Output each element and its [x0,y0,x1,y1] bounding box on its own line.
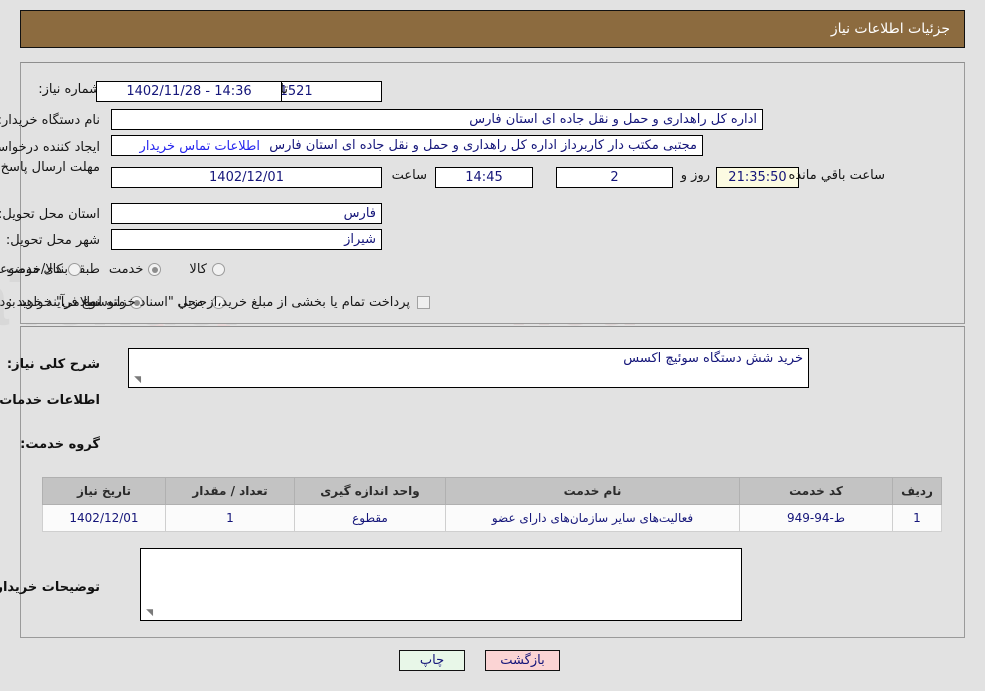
buyer-contact-link[interactable]: اطلاعات تماس خریدار [140,139,260,154]
remaining-days-field[interactable]: 2 [556,167,673,188]
services-heading: اطلاعات خدمات مورد نیاز [0,393,100,408]
col-quantity: تعداد / مقدار [165,477,295,505]
table-row: 1 ط-94-949 فعالیت‌های سایر سازمان‌های دا… [42,504,942,532]
delivery-city-field[interactable]: شیراز [111,229,382,250]
page-root: A AnaTender .net جزئیات اطلاعات نیاز شما… [0,0,985,691]
need-summary-textarea[interactable]: خرید شش دستگاه سوئیچ اکسس ◥ [128,348,809,388]
print-button[interactable]: چاپ [399,650,465,671]
countdown-field[interactable]: 21:35:50 [716,167,799,188]
table-header-row: ردیف کد خدمت نام خدمت واحد اندازه گیری ت… [42,477,942,505]
cell-service-name: فعالیت‌های سایر سازمان‌های دارای عضو [445,504,740,532]
resize-grip-icon[interactable]: ◥ [131,376,141,386]
delivery-province-label: استان محل تحویل: [0,207,100,222]
radio-option-kala[interactable]: کالا [189,262,225,277]
deadline-time-field[interactable]: 14:45 [435,167,533,188]
deadline-label: مهلت ارسال پاسخ: تا تاریخ: [0,160,100,175]
buyer-notes-textarea[interactable]: ◥ [140,548,742,621]
cell-need-date: 1402/12/01 [42,504,166,532]
treasury-bonds-checkbox[interactable] [417,296,430,309]
buyer-notes-value [141,549,741,553]
service-group-label: گروه خدمت: [20,437,100,452]
need-summary-value: خرید شش دستگاه سوئیچ اکسس [623,351,803,366]
services-table: ردیف کد خدمت نام خدمت واحد اندازه گیری ت… [42,477,942,532]
request-creator-label: ایجاد کننده درخواست: [0,140,100,155]
radio-khedmat-icon[interactable] [148,263,162,276]
back-button[interactable]: بازگشت [485,650,560,671]
countdown-label: ساعت باقي مانده [788,168,885,183]
radio-khedmat-label: خدمت [108,262,144,277]
deadline-date-field[interactable]: 1402/12/01 [111,167,382,188]
col-unit: واحد اندازه گیری [294,477,446,505]
radio-kala-icon[interactable] [212,263,225,276]
resize-grip-icon-notes[interactable]: ◥ [143,609,153,619]
need-number-label: شماره نیاز: [38,82,100,97]
announce-datetime-field[interactable]: 14:36 - 1402/11/28 [96,81,282,102]
radio-kala-label: کالا [189,262,207,277]
buyer-org-field[interactable]: اداره کل راهداری و حمل و نقل جاده ای است… [111,109,763,130]
cell-service-code: ط-94-949 [739,504,893,532]
col-row-no: ردیف [892,477,942,505]
treasury-bonds-checkbox-group[interactable]: پرداخت تمام یا بخشی از مبلغ خرید،از محل … [0,295,430,310]
col-need-date: تاریخ نیاز [42,477,166,505]
remaining-days-label: روز و [680,168,710,183]
buyer-notes-label: توضیحات خریدار: [0,580,100,595]
radio-kala-khedmat-label: کالا/خدمت [6,262,63,277]
page-title: جزئیات اطلاعات نیاز [830,21,950,37]
cell-quantity: 1 [165,504,295,532]
page-title-bar: جزئیات اطلاعات نیاز [20,10,965,48]
radio-kala-khedmat-icon[interactable] [67,263,81,276]
buyer-org-label: نام دستگاه خریدار: [0,113,100,128]
need-summary-label: شرح کلی نیاز: [6,357,100,372]
cell-unit: مقطوع [294,504,446,532]
col-service-code: کد خدمت [739,477,893,505]
cell-row-no: 1 [892,504,942,532]
radio-option-khedmat[interactable]: خدمت [109,262,162,277]
deadline-time-label: ساعت [391,168,427,183]
delivery-city-label: شهر محل تحویل: [5,233,100,248]
subject-category-radio-group: کالا خدمت کالا/خدمت [6,262,225,277]
treasury-bonds-label: پرداخت تمام یا بخشی از مبلغ خرید،از محل … [0,295,410,310]
delivery-province-field[interactable]: فارس [111,203,382,224]
radio-option-kala-khedmat[interactable]: کالا/خدمت [6,262,81,277]
col-service-name: نام خدمت [445,477,740,505]
